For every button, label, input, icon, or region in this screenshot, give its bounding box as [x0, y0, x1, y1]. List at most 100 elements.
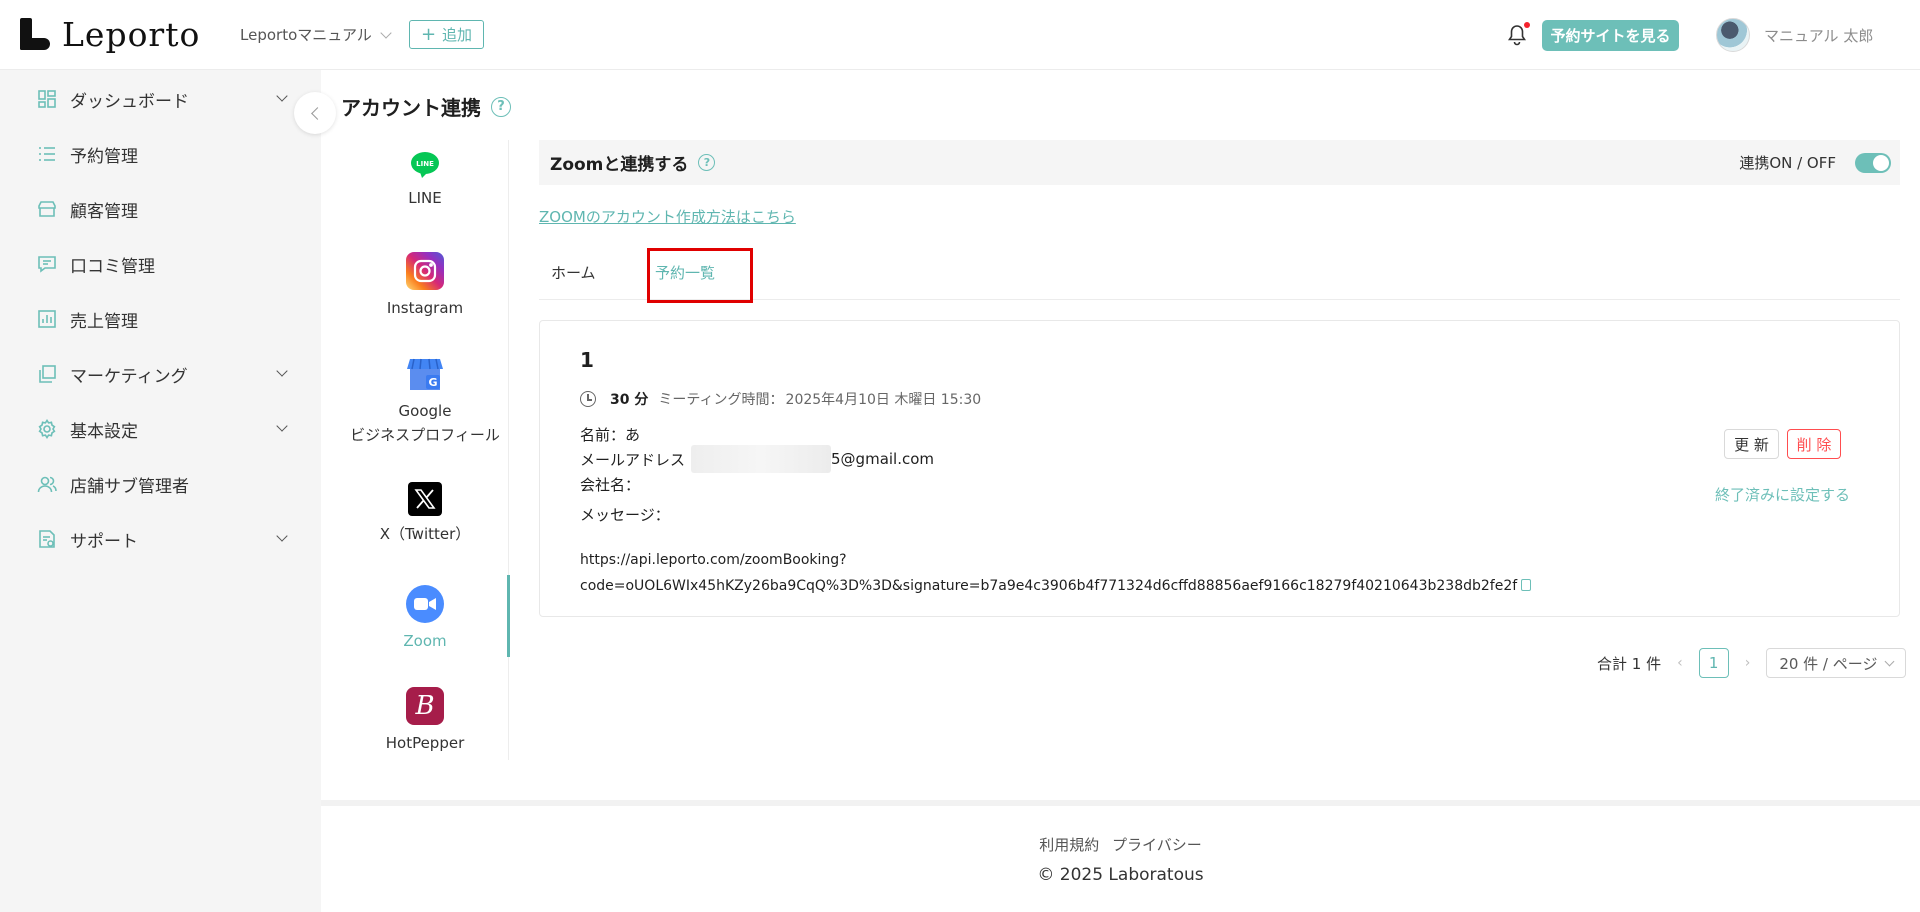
- chevron-down-icon: [380, 26, 392, 39]
- copyright-text: © 2025 Laboratous: [1037, 865, 1204, 885]
- next-page-icon[interactable]: ›: [1739, 655, 1757, 671]
- google-business-icon: G: [406, 355, 444, 393]
- sidebar-item-label: 売上管理: [70, 311, 138, 332]
- integration-toggle[interactable]: [1855, 153, 1891, 173]
- sidebar: ダッシュボード 予約管理 顧客管理 口コミ管理 売上管理 マーケティング 基本設…: [0, 70, 321, 912]
- notification-bell-icon[interactable]: [1507, 22, 1530, 46]
- sidebar-item-customers[interactable]: 顧客管理: [36, 194, 286, 224]
- sidebar-item-label: 顧客管理: [70, 201, 138, 222]
- x-twitter-icon: [408, 482, 442, 516]
- notification-dot: [1524, 22, 1530, 28]
- pagination: 合計 1 件 ‹ 1 › 20 件 / ページ: [1597, 648, 1907, 678]
- logo-text: Leporto: [62, 14, 201, 54]
- service-zoom[interactable]: Zoom: [341, 585, 509, 653]
- svg-text:G: G: [428, 376, 437, 389]
- sidebar-item-settings[interactable]: 基本設定: [36, 414, 288, 444]
- store-icon: [36, 198, 58, 220]
- chevron-left-icon: [310, 106, 324, 120]
- service-x-twitter[interactable]: X（Twitter）: [341, 482, 509, 546]
- service-list: LINE LINE Instagram G Google ビジネスプロフィール …: [341, 140, 509, 760]
- chevron-down-icon: [276, 90, 288, 102]
- store-selector[interactable]: Leportoマニュアル: [240, 24, 392, 45]
- sidebar-item-dashboard[interactable]: ダッシュボード: [36, 84, 288, 114]
- hotpepper-icon: B: [406, 687, 444, 725]
- user-name: マニュアル 太郎: [1764, 26, 1874, 45]
- line-icon: LINE: [410, 150, 440, 180]
- sidebar-item-label: マーケティング: [70, 366, 188, 387]
- service-name: Google: [398, 402, 452, 420]
- sidebar-item-label: 店舗サブ管理者: [70, 476, 189, 497]
- service-name: Zoom: [403, 632, 447, 650]
- svg-text:LINE: LINE: [416, 160, 434, 168]
- sidebar-item-reviews[interactable]: 口コミ管理: [36, 249, 286, 279]
- sidebar-item-label: サポート: [70, 531, 138, 552]
- booking-meta: 30 分 ミーティング時間： 2025年4月10日 木曜日 15:30: [580, 389, 981, 409]
- avatar: [1716, 18, 1750, 52]
- delete-button[interactable]: 削 除: [1787, 429, 1841, 459]
- view-booking-site-button[interactable]: 予約サイトを見る: [1542, 20, 1679, 51]
- sidebar-item-support[interactable]: サポート: [36, 524, 288, 554]
- zoom-integration-header: Zoomと連携する ? 連携ON / OFF: [539, 140, 1900, 185]
- email-label: メールアドレス: [580, 450, 686, 469]
- service-name: X（Twitter）: [379, 525, 471, 543]
- company-field: 会社名：: [580, 474, 640, 495]
- sidebar-item-label: 口コミ管理: [70, 256, 155, 277]
- instagram-icon: [406, 252, 444, 290]
- page-size-select[interactable]: 20 件 / ページ: [1766, 648, 1907, 678]
- sidebar-item-label: ダッシュボード: [70, 91, 189, 112]
- booking-duration: 30 分: [610, 392, 649, 408]
- terms-link[interactable]: 利用規約: [1039, 836, 1099, 854]
- chevron-down-icon: [1884, 656, 1895, 666]
- help-icon[interactable]: ?: [698, 154, 716, 171]
- leporto-logo[interactable]: Leporto: [20, 14, 201, 54]
- service-hotpepper[interactable]: B HotPepper: [341, 687, 509, 755]
- sidebar-item-sales[interactable]: 売上管理: [36, 304, 286, 334]
- booking-card: 1 30 分 ミーティング時間： 2025年4月10日 木曜日 15:30 名前…: [539, 320, 1900, 617]
- zoom-icon: [406, 585, 444, 623]
- store-name: Leportoマニュアル: [240, 26, 372, 44]
- message-label: メッセージ：: [580, 506, 670, 524]
- set-completed-link[interactable]: 終了済みに設定する: [1715, 484, 1850, 505]
- meeting-time-label: ミーティング時間：: [658, 392, 784, 408]
- sidebar-item-marketing[interactable]: マーケティング: [36, 359, 288, 389]
- privacy-link[interactable]: プライバシー: [1112, 836, 1202, 854]
- redacted-email: [691, 445, 832, 473]
- booking-number: 1: [580, 348, 594, 372]
- clock-icon: [580, 391, 596, 407]
- page-number-button[interactable]: 1: [1698, 648, 1729, 678]
- highlight-annotation-box: [647, 248, 753, 303]
- help-icon[interactable]: ?: [491, 96, 511, 117]
- update-button[interactable]: 更 新: [1724, 429, 1779, 459]
- total-count: 合計 1 件: [1597, 654, 1662, 673]
- service-line[interactable]: LINE LINE: [341, 150, 509, 210]
- copy-icon[interactable]: [1521, 579, 1532, 591]
- collapse-sidebar-button[interactable]: [294, 92, 336, 134]
- sidebar-item-label: 基本設定: [70, 421, 138, 442]
- service-name: LINE: [408, 189, 442, 207]
- bar-chart-icon: [36, 308, 58, 330]
- message-field: メッセージ：: [580, 504, 670, 525]
- booking-url-line2: code=oUOL6WIx45hKZy26ba9CqQ%3D%3D&signat…: [580, 578, 1518, 594]
- name-value: あ: [625, 426, 641, 444]
- zoom-integration-title-text: Zoomと連携する: [550, 155, 689, 175]
- user-menu[interactable]: マニュアル 太郎: [1716, 18, 1873, 52]
- zoom-integration-title: Zoomと連携する ?: [550, 150, 716, 175]
- zoom-account-guide-link[interactable]: ZOOMのアカウント作成方法はこちら: [539, 206, 796, 227]
- tab-home[interactable]: ホーム: [551, 262, 596, 283]
- add-button[interactable]: + 追加: [409, 20, 484, 49]
- dashboard-icon: [36, 88, 58, 110]
- service-google-business[interactable]: G Google ビジネスプロフィール: [341, 355, 509, 447]
- name-label: 名前：: [580, 426, 626, 444]
- booking-url-line2-wrap: code=oUOL6WIx45hKZy26ba9CqQ%3D%3D&signat…: [580, 573, 1580, 599]
- booking-url-line1: https://api.leporto.com/zoomBooking?: [580, 552, 847, 568]
- support-doc-icon: [36, 528, 58, 550]
- sidebar-item-label: 予約管理: [70, 146, 138, 167]
- prev-page-icon[interactable]: ‹: [1671, 655, 1689, 671]
- service-instagram[interactable]: Instagram: [341, 252, 509, 320]
- service-name-line2: ビジネスプロフィール: [350, 426, 500, 444]
- logo-mark-icon: [20, 18, 50, 50]
- sidebar-item-sub-admins[interactable]: 店舗サブ管理者: [36, 469, 286, 499]
- chevron-down-icon: [276, 420, 288, 432]
- sidebar-item-reservations[interactable]: 予約管理: [36, 139, 286, 169]
- integration-toggle-label: 連携ON / OFF: [1739, 154, 1836, 172]
